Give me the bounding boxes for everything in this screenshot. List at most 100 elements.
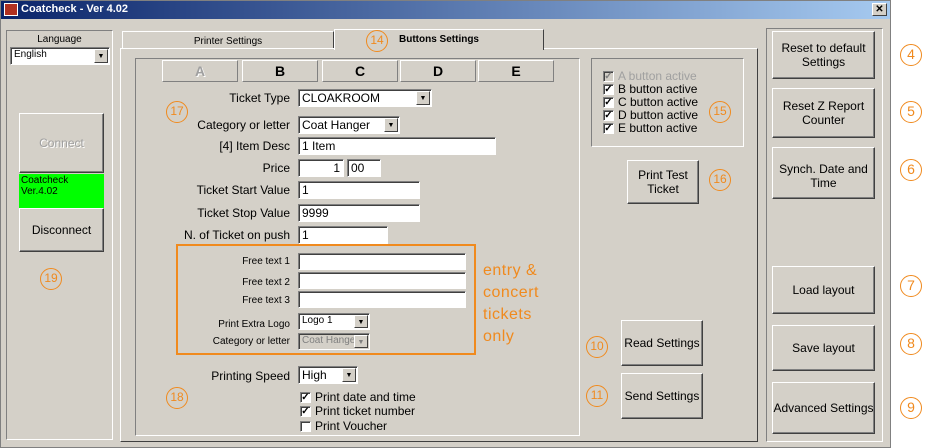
letter-tab-c[interactable]: C (322, 60, 398, 82)
checkbox-checked-icon: ✓ (300, 391, 311, 403)
extra-category-label: Category or letter (212, 336, 290, 347)
window-title: Coatcheck - Ver 4.02 (21, 3, 129, 15)
category-value: Coat Hanger (302, 118, 371, 132)
item-desc-input[interactable]: 1 Item (298, 137, 496, 155)
print-number-checkbox[interactable]: ✓ Print ticket number (300, 404, 415, 418)
extra-category-select[interactable]: Coat Hanger ▼ (298, 333, 370, 350)
read-settings-button[interactable]: Read Settings (621, 320, 703, 366)
note-line: tickets (483, 306, 532, 323)
free-text-1-input[interactable] (298, 253, 466, 270)
printing-speed-value: High (302, 368, 327, 382)
note-line: concert (483, 284, 539, 301)
price-cents-input[interactable]: 00 (347, 159, 381, 177)
badge-18: 18 (166, 387, 188, 409)
checkbox-checked-icon: ✓ (603, 70, 614, 82)
free-text-2-label: Free text 2 (242, 277, 290, 288)
print-test-ticket-button[interactable]: Print Test Ticket (627, 160, 699, 204)
checkbox-checked-icon: ✓ (300, 405, 311, 417)
b-button-active-checkbox[interactable]: ✓ B button active (603, 82, 697, 96)
letter-tab-d[interactable]: D (400, 60, 476, 82)
chevron-down-icon: ▼ (354, 335, 368, 348)
ticket-start-label: Ticket Start Value (196, 183, 290, 197)
e-button-active-label: E button active (618, 121, 698, 135)
print-date-label: Print date and time (315, 390, 416, 404)
load-layout-button[interactable]: Load layout (772, 266, 875, 314)
advanced-settings-button[interactable]: Advanced Settings (772, 382, 875, 434)
chevron-down-icon: ▼ (354, 315, 368, 328)
badge-15: 15 (709, 101, 731, 123)
free-text-2-input[interactable] (298, 272, 466, 289)
a-button-active-label: A button active (618, 69, 697, 83)
badge-10: 10 (586, 336, 608, 358)
tab-printer-settings[interactable]: Printer Settings (122, 31, 334, 49)
reset-default-button[interactable]: Reset to default Settings (772, 31, 875, 79)
close-icon[interactable]: ✕ (872, 3, 887, 16)
ticket-stop-label: Ticket Stop Value (197, 206, 290, 220)
language-label: Language (37, 34, 82, 45)
tickets-on-push-input[interactable]: 1 (298, 226, 388, 244)
tickets-on-push-label: N. of Ticket on push (183, 228, 290, 242)
save-layout-button[interactable]: Save layout (772, 325, 875, 371)
reset-z-report-button[interactable]: Reset Z Report Counter (772, 88, 875, 138)
badge-14: 14 (366, 30, 388, 52)
tab-label: Buttons Settings (399, 34, 479, 45)
ticket-stop-input[interactable]: 9999 (298, 204, 420, 222)
checkbox-unchecked-icon (300, 420, 311, 432)
badge-5: 5 (900, 101, 922, 123)
note-line: only (483, 328, 515, 345)
free-text-3-input[interactable] (298, 291, 466, 308)
print-voucher-label: Print Voucher (315, 419, 388, 433)
letter-tab-e[interactable]: E (478, 60, 554, 82)
a-button-active-checkbox[interactable]: ✓ A button active (603, 69, 697, 83)
badge-6: 6 (900, 159, 922, 181)
badge-7: 7 (900, 275, 922, 297)
chevron-down-icon: ▼ (416, 91, 430, 105)
b-button-active-label: B button active (618, 82, 698, 96)
letter-tab-b[interactable]: B (242, 60, 318, 82)
synch-date-time-button[interactable]: Synch. Date and Time (772, 147, 875, 199)
connection-status: Coatcheck Ver.4.02 (19, 174, 104, 208)
e-button-active-checkbox[interactable]: ✓ E button active (603, 121, 697, 135)
print-number-label: Print ticket number (315, 404, 416, 418)
badge-8: 8 (900, 333, 922, 355)
d-button-active-label: D button active (618, 108, 699, 122)
extra-category-value: Coat Hanger (302, 335, 359, 346)
badge-16: 16 (709, 169, 731, 191)
connect-button[interactable]: Connect (19, 113, 104, 173)
ticket-start-input[interactable]: 1 (298, 181, 420, 199)
printing-speed-label: Printing Speed (211, 369, 290, 383)
print-voucher-checkbox[interactable]: Print Voucher (300, 419, 387, 433)
tab-label: Printer Settings (193, 36, 263, 47)
send-settings-button[interactable]: Send Settings (621, 373, 703, 419)
category-select[interactable]: Coat Hanger ▼ (298, 116, 400, 134)
chevron-down-icon: ▼ (94, 49, 108, 63)
title-bar: Coatcheck - Ver 4.02 ✕ (1, 1, 890, 19)
chevron-down-icon: ▼ (342, 368, 356, 382)
ticket-type-select[interactable]: CLOAKROOM ▼ (298, 89, 432, 107)
d-button-active-checkbox[interactable]: ✓ D button active (603, 108, 698, 122)
note-line: entry & (483, 262, 538, 279)
badge-4: 4 (900, 44, 922, 66)
language-select[interactable]: English ▼ (10, 47, 110, 65)
c-button-active-checkbox[interactable]: ✓ C button active (603, 95, 698, 109)
price-whole-input[interactable]: 1 (298, 159, 344, 177)
price-label: Price (262, 161, 290, 175)
annotation-note: entry & concert tickets only (483, 260, 553, 348)
c-button-active-label: C button active (618, 95, 699, 109)
disconnect-button[interactable]: Disconnect (19, 208, 104, 252)
badge-17: 17 (166, 101, 188, 123)
print-logo-select[interactable]: Logo 1 ▼ (298, 313, 370, 330)
language-value: English (14, 49, 47, 60)
chevron-down-icon: ▼ (384, 118, 398, 132)
letter-tab-a[interactable]: A (162, 60, 238, 82)
print-logo-value: Logo 1 (302, 315, 333, 326)
item-desc-label: [4] Item Desc (219, 139, 290, 153)
checkbox-checked-icon: ✓ (603, 122, 614, 134)
print-date-checkbox[interactable]: ✓ Print date and time (300, 390, 416, 404)
checkbox-checked-icon: ✓ (603, 109, 614, 121)
printing-speed-select[interactable]: High ▼ (298, 366, 358, 384)
badge-11: 11 (586, 385, 608, 407)
ticket-type-value: CLOAKROOM (302, 91, 381, 105)
checkbox-checked-icon: ✓ (603, 96, 614, 108)
free-text-3-label: Free text 3 (242, 295, 290, 306)
